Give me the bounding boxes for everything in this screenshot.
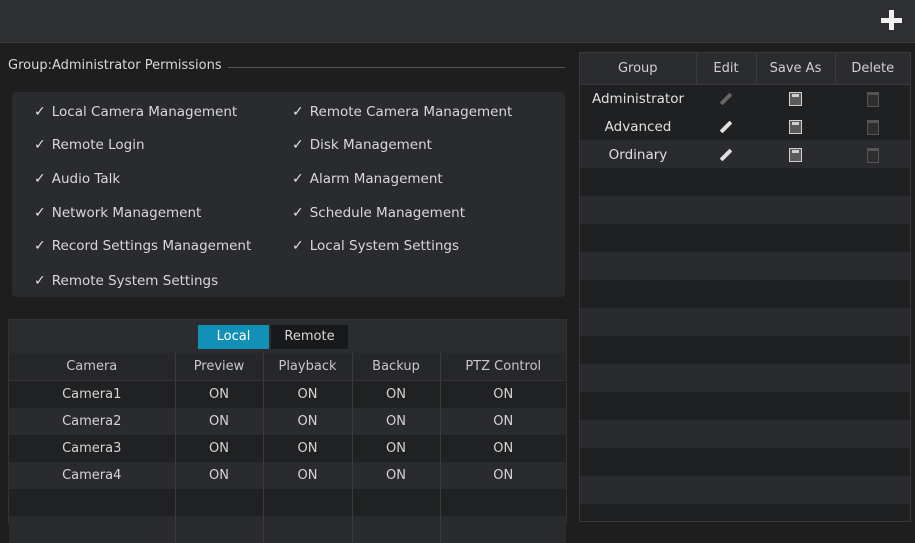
group-name[interactable]: Advanced	[580, 113, 696, 141]
pencil-icon[interactable]	[719, 148, 733, 162]
permission-item: ✓ Remote System Settings	[34, 273, 219, 289]
backup-cell[interactable]: ON	[352, 408, 441, 435]
camera-name-cell: Camera1	[9, 380, 176, 408]
group-row[interactable]: Ordinary	[580, 141, 910, 169]
preview-cell[interactable]: ON	[175, 380, 264, 408]
trash-icon	[866, 91, 879, 107]
group-row[interactable]: Administrator	[580, 85, 910, 114]
camera-table: Camera Preview Playback Backup PTZ Contr…	[9, 353, 566, 543]
permission-item: ✓ Disk Management	[292, 137, 432, 153]
preview-cell[interactable]: ON	[175, 435, 264, 462]
table-header-row: Camera Preview Playback Backup PTZ Contr…	[9, 353, 566, 381]
tab-bar: Local Remote	[9, 320, 566, 353]
row-stripe	[580, 364, 910, 392]
table-row[interactable]: Camera3 ON ON ON ON	[9, 435, 566, 462]
row-stripe	[580, 420, 910, 448]
permission-item: ✓ Remote Login	[34, 137, 145, 153]
floppy-disk-icon[interactable]	[789, 92, 802, 106]
backup-cell[interactable]: ON	[352, 462, 441, 489]
column-header: Camera	[9, 353, 176, 381]
column-header: Save As	[756, 53, 836, 85]
camera-name-cell: Camera2	[9, 408, 176, 435]
table-row[interactable]: Camera4 ON ON ON ON	[9, 462, 566, 489]
floppy-disk-icon[interactable]	[789, 148, 802, 162]
column-header: Delete	[835, 53, 910, 85]
table-row[interactable]: Camera1 ON ON ON ON	[9, 380, 566, 408]
group-table: Group Edit Save As Delete Administrator …	[580, 53, 910, 169]
camera-name-cell: Camera4	[9, 462, 176, 489]
check-icon: ✓	[292, 238, 304, 254]
permission-item: ✓ Schedule Management	[292, 205, 465, 221]
check-icon: ✓	[34, 104, 46, 120]
backup-cell[interactable]: ON	[352, 380, 441, 408]
preview-cell[interactable]: ON	[175, 462, 264, 489]
check-icon: ✓	[34, 273, 46, 289]
tab-local[interactable]: Local	[198, 325, 269, 349]
permissions-panel: ✓ Local Camera Management ✓ Remote Login ✓…	[12, 92, 565, 297]
check-icon: ✓	[292, 205, 304, 221]
ptz-cell[interactable]: ON	[440, 462, 566, 489]
group-list-panel: Group Edit Save As Delete Administrator …	[579, 52, 911, 522]
check-icon: ✓	[34, 238, 46, 254]
group-header-row: Group Edit Save As Delete	[580, 53, 910, 85]
camera-name-cell: Camera3	[9, 435, 176, 462]
row-stripe	[580, 476, 910, 504]
column-header: Preview	[175, 353, 264, 381]
ptz-cell[interactable]: ON	[440, 435, 566, 462]
playback-cell[interactable]: ON	[263, 462, 353, 489]
backup-cell[interactable]: ON	[352, 435, 441, 462]
playback-cell[interactable]: ON	[263, 435, 353, 462]
table-row-empty	[9, 516, 566, 543]
floppy-disk-icon[interactable]	[789, 120, 802, 134]
tab-remote[interactable]: Remote	[271, 325, 348, 349]
check-icon: ✓	[34, 171, 46, 187]
add-group-button[interactable]	[879, 8, 903, 32]
row-stripe	[580, 252, 910, 280]
trash-icon	[866, 147, 879, 163]
check-icon: ✓	[292, 137, 304, 153]
ptz-cell[interactable]: ON	[440, 380, 566, 408]
ptz-cell[interactable]: ON	[440, 408, 566, 435]
column-header: Group	[580, 53, 697, 85]
permission-item: ✓ Record Settings Management	[34, 238, 252, 254]
permission-item: ✓ Local Camera Management	[34, 104, 238, 120]
group-name[interactable]: Ordinary	[580, 141, 696, 169]
permission-item: ✓ Alarm Management	[292, 171, 443, 187]
preview-cell[interactable]: ON	[175, 408, 264, 435]
permission-item: ✓ Remote Camera Management	[292, 104, 513, 120]
group-name[interactable]: Administrator	[580, 85, 696, 114]
group-row[interactable]: Advanced	[580, 113, 910, 141]
column-header: Backup	[352, 353, 441, 381]
pencil-icon	[719, 92, 733, 106]
playback-cell[interactable]: ON	[263, 380, 353, 408]
column-header: PTZ Control	[440, 353, 566, 381]
row-stripe	[580, 308, 910, 336]
permission-item: ✓ Audio Talk	[34, 171, 121, 187]
row-stripe	[580, 196, 910, 224]
table-row[interactable]: Camera2 ON ON ON ON	[9, 408, 566, 435]
trash-icon	[866, 119, 879, 135]
permission-item: ✓ Local System Settings	[292, 238, 460, 254]
check-icon: ✓	[34, 205, 46, 221]
column-header: Playback	[263, 353, 353, 381]
top-toolbar	[0, 0, 915, 43]
column-header: Edit	[696, 53, 757, 85]
permission-item: ✓ Network Management	[34, 205, 202, 221]
check-icon: ✓	[292, 171, 304, 187]
playback-cell[interactable]: ON	[263, 408, 353, 435]
check-icon: ✓	[34, 137, 46, 153]
table-row-empty	[9, 489, 566, 516]
group-permissions-title: Group:Administrator Permissions	[8, 58, 228, 73]
pencil-icon[interactable]	[719, 120, 733, 134]
check-icon: ✓	[292, 104, 304, 120]
camera-permissions-table: Local Remote Camera Preview Playback Bac…	[8, 319, 567, 543]
